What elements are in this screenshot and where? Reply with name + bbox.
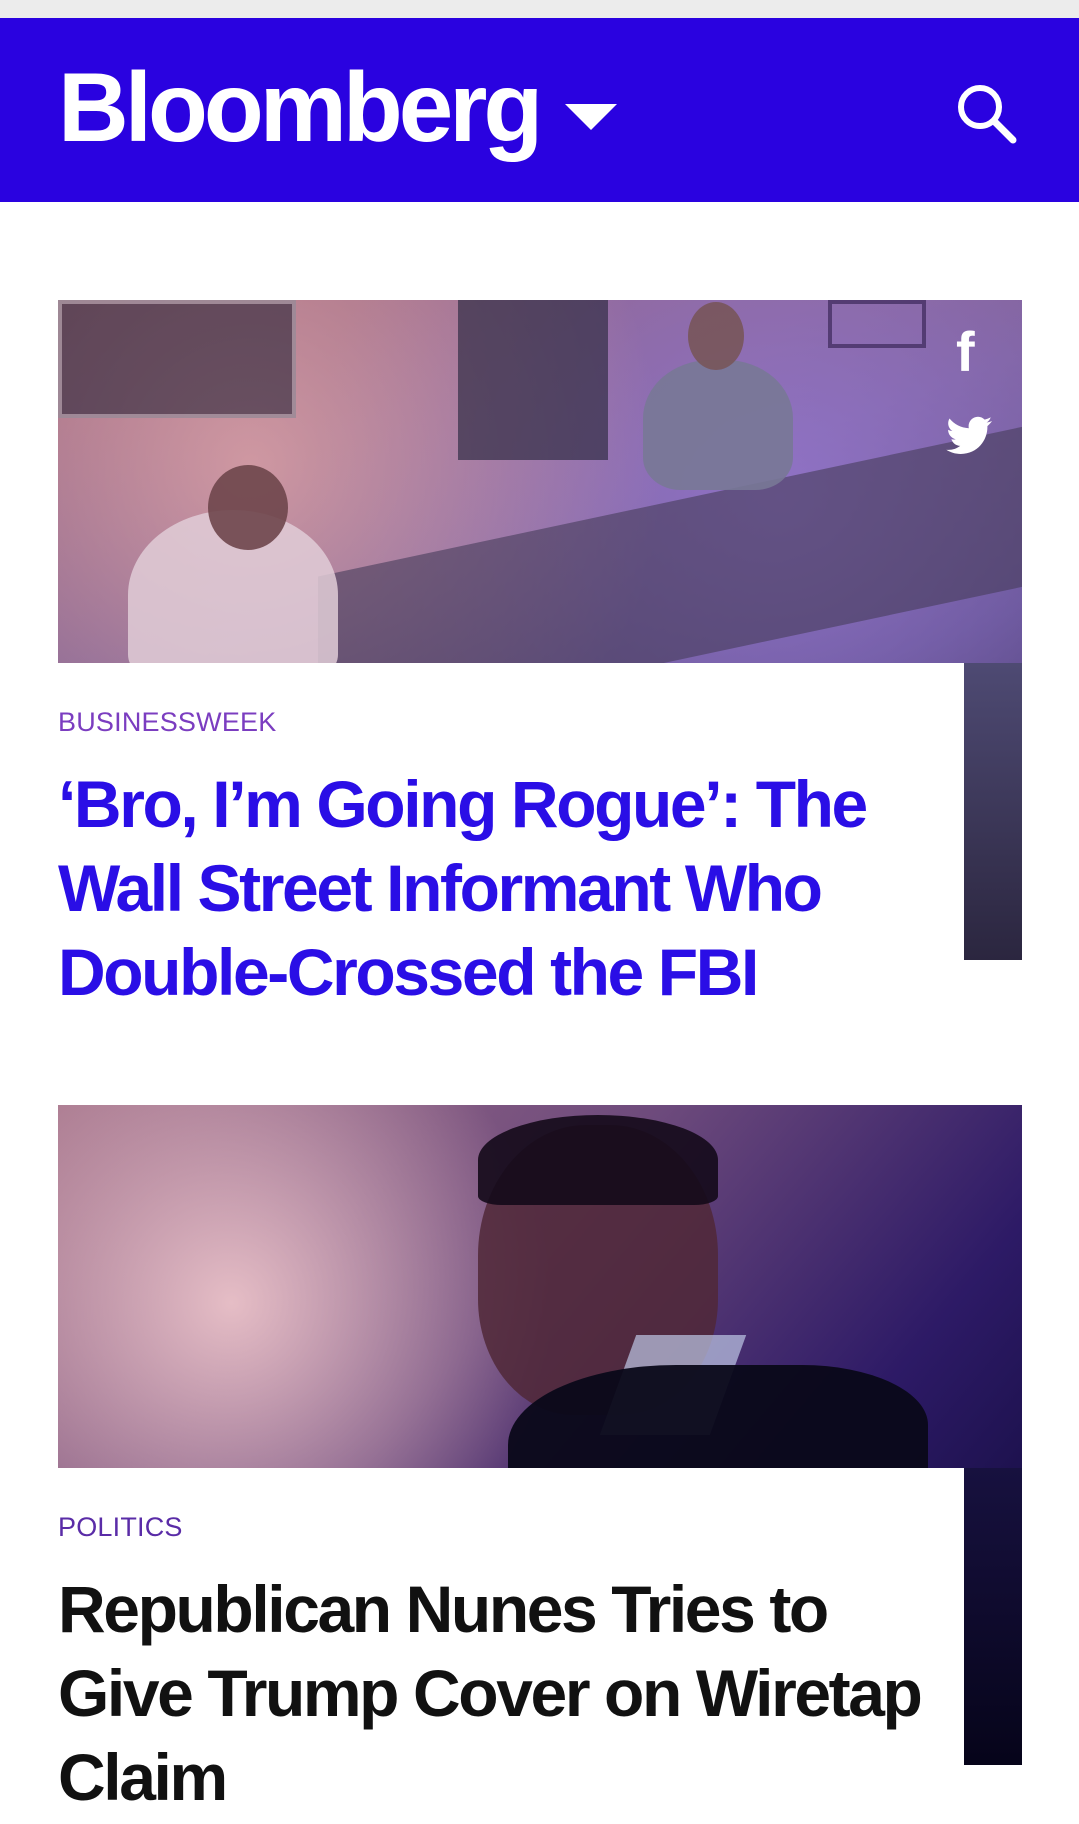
facebook-icon[interactable]: f	[956, 324, 975, 380]
article-section[interactable]: POLITICS	[58, 1512, 964, 1543]
file-cabinet	[458, 300, 608, 460]
brand-menu-toggle[interactable]: Bloomberg	[58, 52, 618, 162]
search-icon[interactable]	[953, 80, 1019, 146]
twitter-icon[interactable]	[946, 416, 994, 456]
article-headline[interactable]: Republican Nunes Tries to Give Trump Cov…	[58, 1567, 964, 1819]
wall-frame	[828, 300, 926, 348]
site-header: Bloomberg	[0, 18, 1079, 202]
man-hair	[478, 1115, 718, 1205]
hero-image-edge	[964, 663, 1022, 960]
office-window	[58, 300, 296, 418]
article-headline[interactable]: ‘Bro, I’m Going Rogue’: The Wall Street …	[58, 762, 964, 1014]
article-section[interactable]: BUSINESSWEEK	[58, 707, 964, 738]
leaning-man-head	[208, 465, 288, 550]
hero-image-edge	[964, 1468, 1022, 1765]
article-text: BUSINESSWEEK ‘Bro, I’m Going Rogue’: The…	[58, 663, 964, 1014]
article-text: POLITICS Republican Nunes Tries to Give …	[58, 1468, 964, 1819]
seated-man-head	[688, 302, 744, 370]
caret-down-icon	[565, 104, 618, 130]
seated-man	[643, 360, 793, 490]
brand-logo: Bloomberg	[58, 52, 543, 162]
status-bar-strip	[0, 0, 1079, 18]
